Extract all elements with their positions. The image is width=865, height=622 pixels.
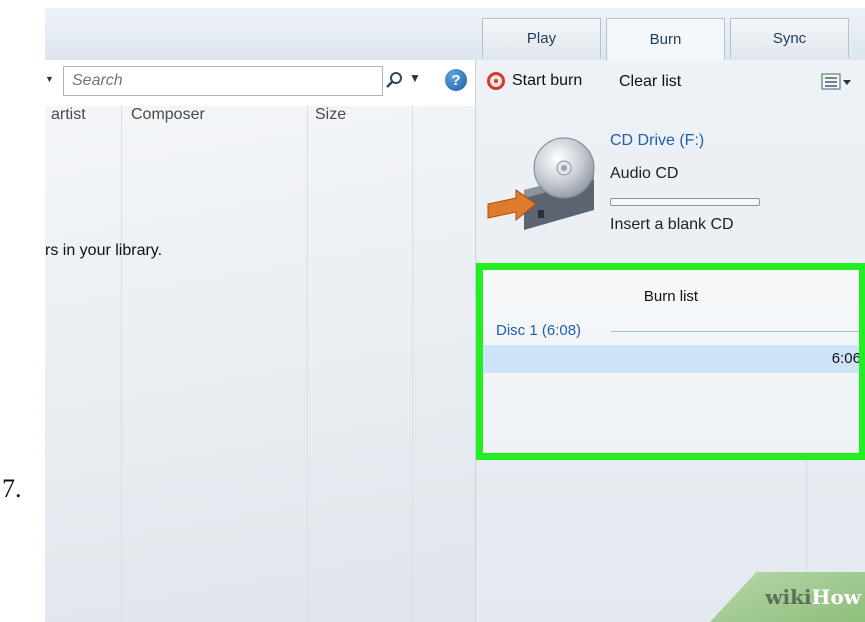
column-header-composer[interactable]: Composer bbox=[131, 106, 205, 134]
step-number: 7. bbox=[2, 474, 22, 503]
drive-status: Insert a blank CD bbox=[610, 216, 734, 233]
chevron-down-icon[interactable]: ▼ bbox=[45, 74, 54, 84]
burn-list-title: Burn list bbox=[643, 288, 699, 305]
search-options-chevron-icon[interactable]: ▼ bbox=[409, 71, 421, 85]
disc-divider bbox=[611, 331, 859, 332]
watermark-how: How bbox=[811, 585, 861, 609]
library-list: artist Composer Size rs in your library. bbox=[45, 106, 475, 622]
drive-name-link[interactable]: CD Drive (F:) bbox=[610, 132, 704, 150]
start-burn-button[interactable]: Start burn bbox=[486, 71, 582, 91]
burn-list-highlight: Burn list Disc 1 (6:08) 6:06 bbox=[476, 263, 865, 460]
watermark-wiki: wiki bbox=[765, 585, 812, 609]
empty-library-message: rs in your library. bbox=[45, 242, 163, 259]
burn-toolbar: Start burn Clear list bbox=[476, 60, 865, 106]
tab-bar: Play Burn Sync bbox=[482, 18, 854, 60]
library-toolbar: ▼ ▼ ? bbox=[45, 60, 475, 107]
burn-progress-bar bbox=[610, 198, 760, 206]
search-icon[interactable] bbox=[385, 70, 405, 90]
start-burn-label: Start burn bbox=[512, 72, 583, 89]
media-player-window: Play Burn Sync ▼ ▼ ? artist Composer Siz… bbox=[45, 8, 865, 622]
list-options-icon[interactable] bbox=[821, 72, 853, 92]
title-strip: Play Burn Sync bbox=[45, 8, 865, 60]
column-header-size[interactable]: Size bbox=[315, 106, 346, 134]
column-divider bbox=[121, 106, 122, 622]
column-header-artist[interactable]: artist bbox=[51, 106, 86, 134]
tab-burn[interactable]: Burn bbox=[606, 18, 725, 60]
tab-sync[interactable]: Sync bbox=[730, 18, 849, 58]
search-box[interactable] bbox=[63, 66, 383, 96]
clear-list-button[interactable]: Clear list bbox=[619, 73, 681, 91]
burn-pane: Start burn Clear list CD Drive (F:) Audi… bbox=[475, 60, 865, 622]
column-divider bbox=[412, 106, 413, 622]
burn-disc-icon bbox=[487, 72, 505, 90]
list-item[interactable]: 6:06 bbox=[483, 345, 861, 373]
cd-drive-icon bbox=[487, 137, 595, 230]
column-headers: artist Composer Size bbox=[45, 106, 475, 134]
tab-play[interactable]: Play bbox=[482, 18, 601, 58]
column-divider bbox=[307, 106, 308, 622]
disc-label[interactable]: Disc 1 (6:08) bbox=[496, 322, 581, 339]
help-icon[interactable]: ? bbox=[445, 69, 467, 91]
disc-type-label: Audio CD bbox=[610, 165, 679, 182]
track-duration: 6:06 bbox=[831, 350, 861, 367]
search-input[interactable] bbox=[70, 67, 374, 95]
